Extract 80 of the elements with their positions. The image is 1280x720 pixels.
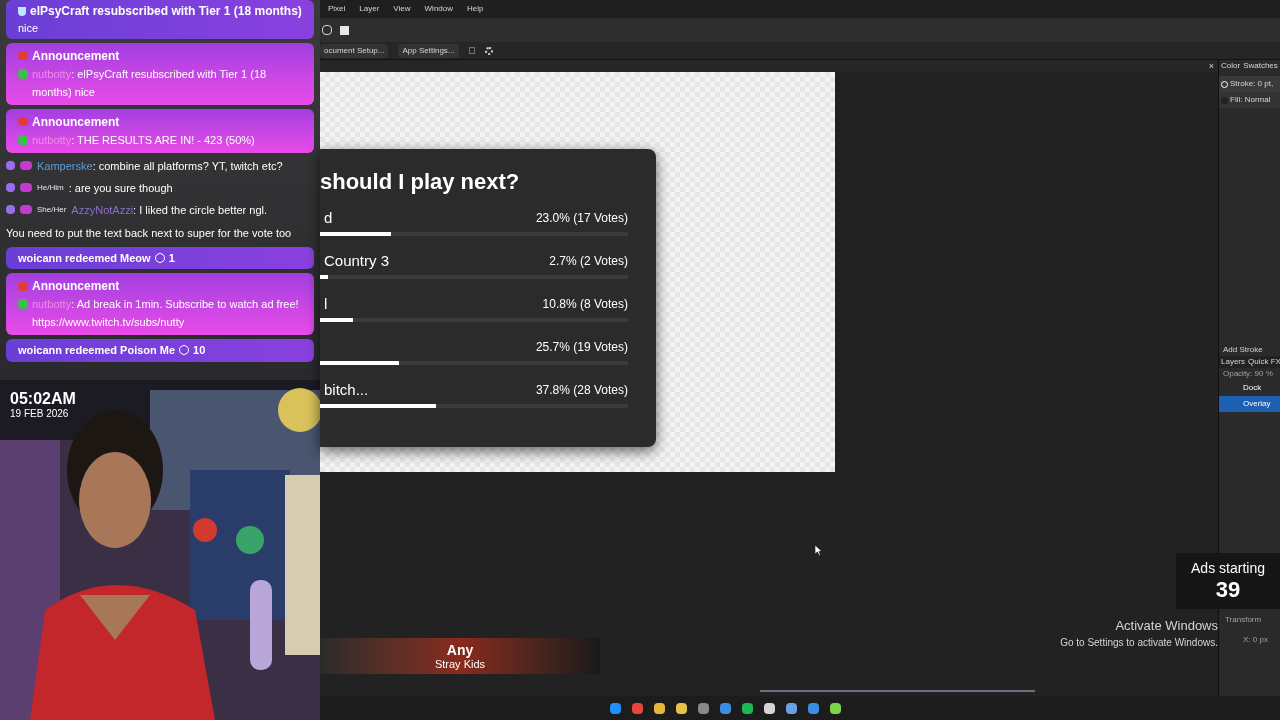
menu-item[interactable]: Help (467, 3, 484, 15)
moderator-icon (18, 299, 28, 309)
poll-result: 10.8% (8 Votes) (542, 296, 628, 313)
options-button[interactable]: ocument Setup... (320, 43, 389, 58)
poll-result: 23.0% (17 Votes) (535, 210, 628, 227)
poll-option: d (320, 206, 333, 230)
megaphone-icon (18, 117, 28, 126)
chat-message: AzzyNotAzzi: I liked the circle better ngl. (71, 202, 267, 218)
redemption-count: 1 (168, 250, 175, 266)
menu-item[interactable]: Layer (359, 3, 380, 15)
close-icon[interactable]: × (1208, 61, 1214, 71)
pronoun-tag: She/Her (37, 200, 67, 219)
menu-item[interactable]: Pixel (328, 3, 346, 15)
chat-message: nutbotty: THE RESULTS ARE IN! - 423 (50%) (32, 132, 255, 148)
badge-icon (20, 205, 32, 214)
chat-message: nice (18, 21, 40, 36)
poll-result: 25.7% (19 Votes) (535, 339, 628, 356)
menu-item[interactable]: View (393, 3, 411, 15)
taskbar-app-icon[interactable] (741, 702, 753, 714)
poll-result: 2.7% (2 Votes) (549, 253, 628, 270)
stream-date: 19 FEB 2026 (10, 408, 70, 420)
moderator-icon (18, 134, 28, 145)
panel-tab[interactable]: Layers (1221, 356, 1245, 368)
chat-message: You need to put the text back next to super for the vote too (5, 225, 293, 241)
taskbar-app-icon[interactable] (807, 702, 819, 714)
redemption-count: 10 (193, 343, 206, 358)
chat-title: elPsyCraft resubscribed with Tier 1 (18 months) (30, 3, 302, 20)
layer-row[interactable]: Overlay (1219, 396, 1280, 412)
moderator-icon (18, 68, 28, 79)
megaphone-icon (18, 51, 28, 60)
song-artist: Stray Kids (434, 657, 486, 671)
announcement-title: Announcement (32, 278, 120, 295)
badge-icon (20, 161, 32, 170)
menu-item[interactable]: Window (424, 3, 453, 15)
taskbar-app-icon[interactable] (653, 702, 665, 714)
taskbar-app-icon[interactable] (609, 702, 621, 714)
panel-tab[interactable]: Color (1221, 60, 1241, 72)
redemption-text: woicann redeemed Poison Me (18, 343, 176, 358)
taskbar-app-icon[interactable] (675, 702, 687, 714)
stroke-row[interactable]: Stroke: 0 pt, (1219, 76, 1280, 92)
shield-icon (18, 6, 26, 16)
taskbar-app-icon[interactable] (697, 702, 709, 714)
panel-tab[interactable]: Swatches (1243, 60, 1278, 72)
badge-icon (20, 183, 32, 192)
announcement-title: Announcement (32, 47, 120, 65)
fill-row[interactable]: Fill: Normal (1219, 92, 1280, 108)
poll-title: should I play next? (320, 169, 521, 195)
x-field[interactable]: X: 0 px (1219, 634, 1280, 646)
announcement-title: Announcement (32, 113, 120, 131)
add-button[interactable]: Add Stroke (1223, 344, 1263, 356)
pronoun-tag: He/Him (37, 178, 64, 197)
taskbar-app-icon[interactable] (719, 702, 731, 714)
activate-title: Activate Windows (1115, 616, 1218, 635)
chat-badge-icon (6, 183, 15, 192)
chat-message: nutbotty: elPsyCraft resubscribed with Tier 1 (18 months) nice (32, 66, 268, 100)
layer-row[interactable]: Dock (1219, 380, 1280, 396)
chat-message: : are you sure though (68, 180, 173, 196)
poll-option: l (320, 292, 328, 316)
transform-tab[interactable]: Transform (1219, 614, 1280, 626)
taskbar-app-icon[interactable] (763, 702, 775, 714)
chat-message: nutbotty: Ad break in 1min. Subscribe to watch ad free! https://www.twitch.tv/subs/nutty (32, 297, 300, 330)
stream-clock: 05:02AM (10, 390, 77, 408)
options-button[interactable]: App Settings... (398, 43, 459, 58)
cursor-icon (815, 545, 822, 556)
song-title: Any (446, 641, 474, 658)
chat-badge-icon (6, 205, 15, 214)
opacity-field[interactable]: Opacity: 90 % (1219, 368, 1280, 380)
activate-text: Go to Settings to activate Windows. (1060, 636, 1218, 650)
chat-message: Kamperske: combine all platforms? YT, twitch etc? (37, 158, 283, 174)
taskbar-app-icon[interactable] (829, 702, 841, 714)
panel-tab[interactable]: Quick FX (1248, 356, 1280, 368)
taskbar-app-icon[interactable] (785, 702, 797, 714)
poll-result: 37.8% (28 Votes) (535, 382, 628, 399)
redemption-text: woicann redeemed Meow (18, 250, 151, 266)
poll-option: Country 3 (320, 249, 390, 273)
megaphone-icon (18, 281, 28, 291)
ads-countdown: 39 (1215, 577, 1241, 603)
ads-label: Ads starting (1191, 559, 1265, 577)
poll-option: bitch... (320, 378, 369, 402)
chat-badge-icon (6, 161, 15, 170)
